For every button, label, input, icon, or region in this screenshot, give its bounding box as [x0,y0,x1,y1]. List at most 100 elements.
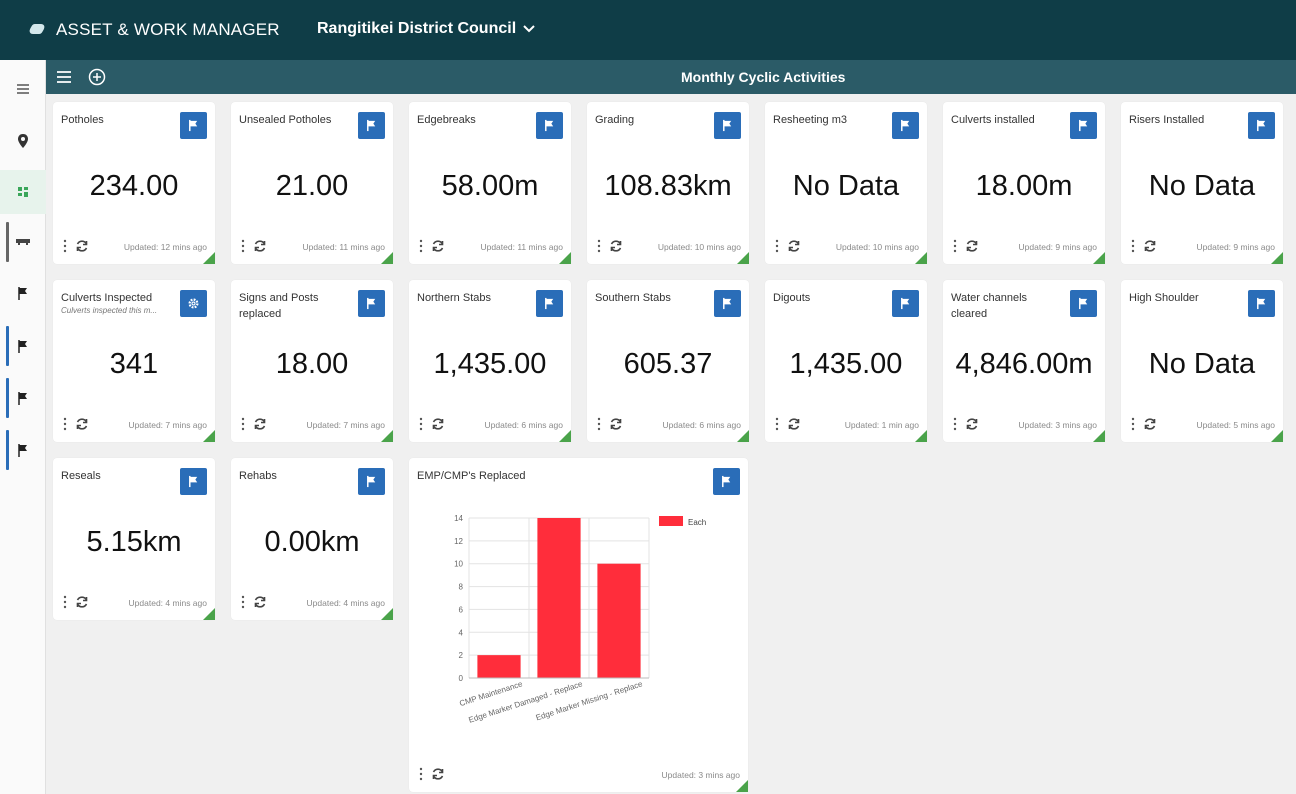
widget-action-button[interactable] [180,112,207,139]
y-tick-label: 2 [459,651,464,660]
widget-menu-icon[interactable] [241,595,245,609]
resize-corner[interactable] [915,430,927,442]
sidebar-menu-toggle[interactable] [0,78,46,100]
refresh-icon[interactable] [253,239,267,253]
refresh-icon[interactable] [787,417,801,431]
refresh-icon[interactable] [75,417,89,431]
flag-icon [189,119,198,132]
widget-title: Culverts installed [951,114,1035,126]
sidebar-item-flag-2[interactable] [0,324,46,368]
resize-corner[interactable] [381,608,393,620]
bar-chart: 02468101214CMP MaintenanceEdge Marker Da… [454,514,706,725]
widget-menu-icon[interactable] [597,417,601,431]
metric-widget: Edgebreaks 58.00m Updated: 11 mins ago [409,102,571,264]
widget-action-button[interactable] [1248,290,1275,317]
app-logo [27,24,47,34]
resize-corner[interactable] [381,252,393,264]
sidebar-item-flag-4[interactable] [0,428,46,472]
resize-corner[interactable] [1093,430,1105,442]
widget-title: Unsealed Potholes [239,114,332,126]
widget-menu-icon[interactable] [63,595,67,609]
widget-action-button[interactable] [1248,112,1275,139]
widget-action-button[interactable] [180,290,207,317]
widget-value: 5.15km [86,526,182,558]
chart-bar [477,655,521,678]
widget-action-button[interactable] [358,112,385,139]
resize-corner[interactable] [737,252,749,264]
refresh-icon[interactable] [1143,239,1157,253]
dashboard-icon [18,187,28,197]
resize-corner[interactable] [559,252,571,264]
widget-menu-icon[interactable] [1131,239,1135,253]
widget-menu-icon[interactable] [1131,417,1135,431]
resize-corner[interactable] [203,252,215,264]
widget-action-button[interactable] [892,290,919,317]
map-pin-icon [18,134,28,148]
refresh-icon[interactable] [609,239,623,253]
refresh-icon[interactable] [75,239,89,253]
sidebar-item-flag-3[interactable] [0,376,46,420]
widget-menu-icon[interactable] [775,417,779,431]
updated-timestamp: Updated: 9 mins ago [1018,242,1097,252]
widget-menu-icon[interactable] [241,417,245,431]
widget-menu-icon[interactable] [241,239,245,253]
widget-menu-icon[interactable] [953,239,957,253]
widget-action-button[interactable] [536,290,563,317]
resize-corner[interactable] [915,252,927,264]
resize-corner[interactable] [559,430,571,442]
refresh-icon[interactable] [787,239,801,253]
widget-menu-icon[interactable] [419,239,423,253]
widget-action-button[interactable] [358,468,385,495]
flag-icon [722,475,731,488]
widget-menu-icon[interactable] [775,239,779,253]
refresh-icon[interactable] [75,595,89,609]
resize-corner[interactable] [1271,252,1283,264]
y-tick-label: 8 [459,583,464,592]
widget-action-button[interactable] [1070,290,1097,317]
sidebar-item-map[interactable] [0,130,46,152]
resize-corner[interactable] [1093,252,1105,264]
widget-action-button[interactable] [892,112,919,139]
flag-icon [723,297,732,310]
refresh-icon[interactable] [253,595,267,609]
refresh-icon[interactable] [253,417,267,431]
widget-menu-icon[interactable] [419,767,423,781]
widget-value: 58.00m [441,170,539,202]
widget-title: Signs and Posts replaced [239,292,319,320]
sidebar-item-dashboard[interactable] [0,170,46,214]
widget-action-button[interactable] [714,290,741,317]
widget-action-button[interactable] [714,112,741,139]
y-tick-label: 14 [454,514,463,523]
refresh-icon[interactable] [431,767,445,781]
sidebar-item-vehicles[interactable] [0,220,46,264]
widget-action-button[interactable] [180,468,207,495]
y-tick-label: 4 [459,628,464,637]
refresh-icon[interactable] [431,239,445,253]
refresh-icon[interactable] [609,417,623,431]
refresh-icon[interactable] [1143,417,1157,431]
resize-corner[interactable] [381,430,393,442]
widget-menu-icon[interactable] [63,417,67,431]
truck-icon [16,239,30,245]
widget-menu-icon[interactable] [419,417,423,431]
refresh-icon[interactable] [965,417,979,431]
resize-corner[interactable] [203,608,215,620]
sidebar-item-flag-1[interactable] [0,282,46,304]
refresh-icon[interactable] [431,417,445,431]
widget-value: 4,846.00m [955,348,1093,380]
refresh-icon[interactable] [965,239,979,253]
resize-corner[interactable] [203,430,215,442]
widget-action-button[interactable] [1070,112,1097,139]
resize-corner[interactable] [737,430,749,442]
chart-flag-button[interactable] [713,468,740,495]
widget-action-button[interactable] [358,290,385,317]
widget-action-button[interactable] [536,112,563,139]
widget-menu-icon[interactable] [953,417,957,431]
org-selector[interactable]: Rangitikei District Council [317,20,536,38]
widget-menu-icon[interactable] [597,239,601,253]
resize-corner[interactable] [736,780,748,792]
widget-title: Risers Installed [1129,114,1205,126]
dashboard-title: Monthly Cyclic Activities [681,69,846,85]
widget-menu-icon[interactable] [63,239,67,253]
resize-corner[interactable] [1271,430,1283,442]
